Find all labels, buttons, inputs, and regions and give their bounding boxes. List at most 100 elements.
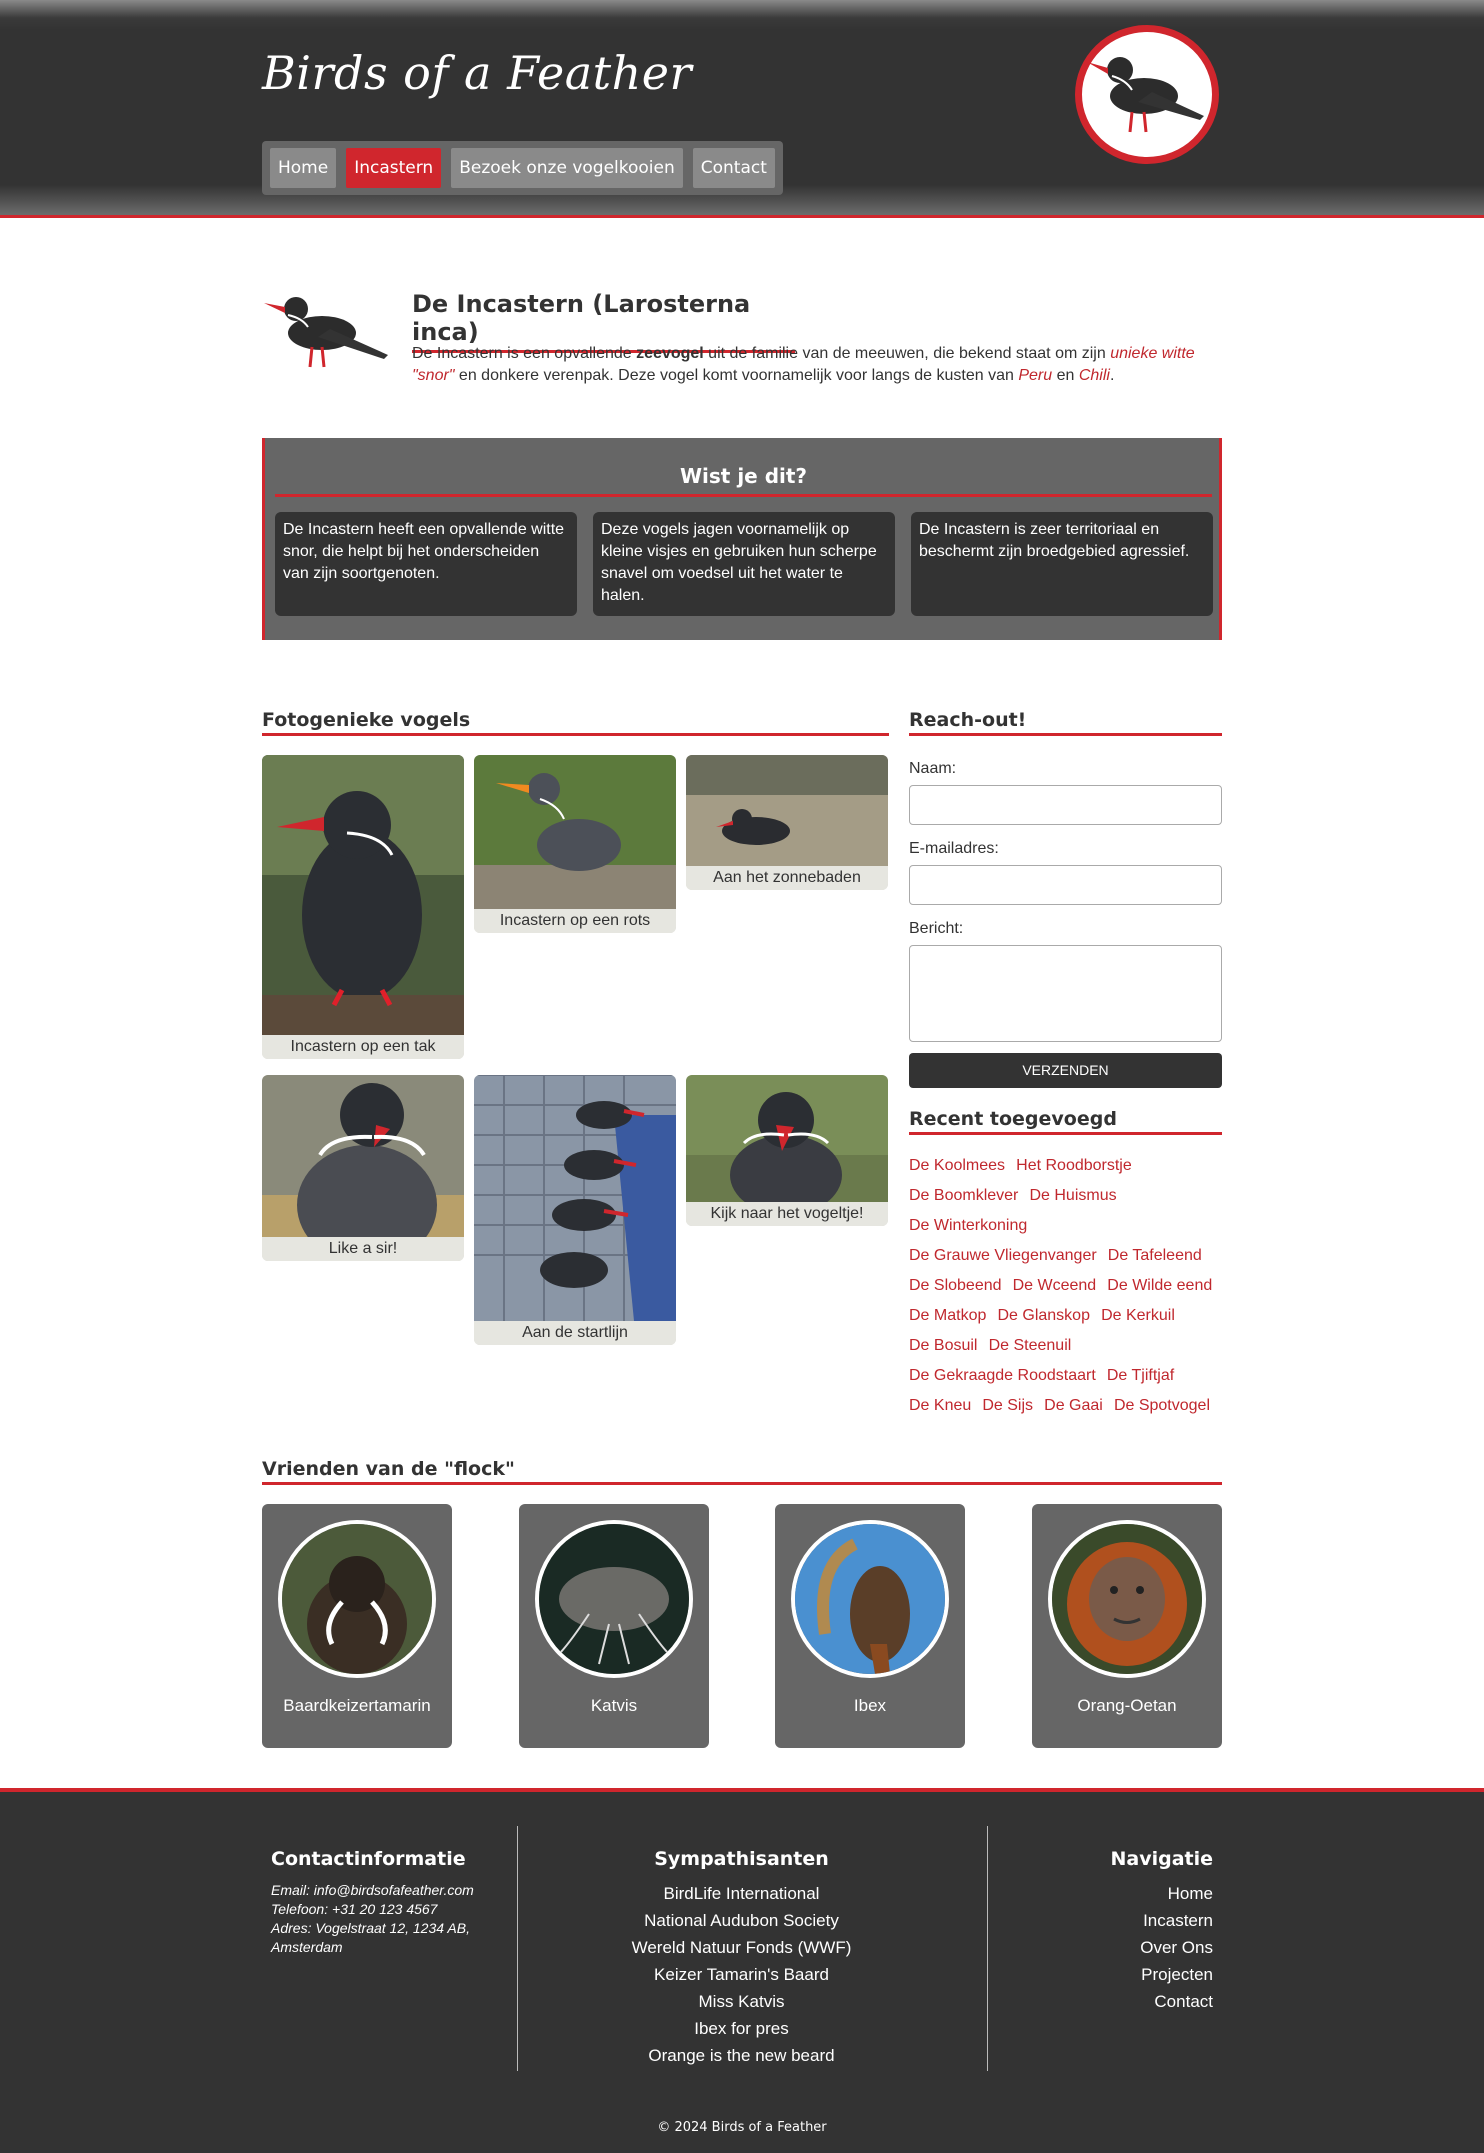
- friend-card[interactable]: Ibex: [775, 1504, 965, 1748]
- recent-row: De Boomklever De Huismus: [909, 1180, 1229, 1210]
- photo-caption: Aan het zonnebaden: [686, 866, 888, 890]
- recent-link[interactable]: De Koolmees: [909, 1157, 1005, 1174]
- copyright: © 2024 Birds of a Feather: [657, 2120, 827, 2135]
- footer-nav: Home Incastern Over Ons Projecten Contac…: [1000, 1880, 1213, 2015]
- footer-nav-incastern[interactable]: Incastern: [1000, 1907, 1213, 1934]
- contact-phone: Telefoon: +31 20 123 4567: [271, 1901, 438, 1917]
- facts-title: Wist je dit?: [275, 464, 1212, 497]
- sponsor-link[interactable]: BirdLife International: [518, 1880, 965, 1907]
- friend-name: Ibex: [853, 1696, 887, 1715]
- name-field[interactable]: [909, 785, 1222, 825]
- recent-link[interactable]: De Tjiftjaf: [1107, 1367, 1174, 1384]
- message-field[interactable]: [909, 945, 1222, 1042]
- recent-row: De Koolmees Het Roodborstje: [909, 1150, 1229, 1180]
- friend-card[interactable]: Baardkeizertamarin: [262, 1504, 452, 1748]
- friend-name: Katvis: [590, 1696, 638, 1715]
- sponsor-link[interactable]: Miss Katvis: [518, 1988, 965, 2015]
- contact-info-title: Contactinformatie: [271, 1848, 466, 1870]
- recent-row: De Gekraagde Roodstaart De Tjiftjaf: [909, 1360, 1229, 1390]
- name-label: Naam:: [909, 760, 957, 777]
- recent-link[interactable]: De Glanskop: [997, 1307, 1090, 1324]
- friend-photo: [1048, 1520, 1206, 1678]
- sponsor-link[interactable]: National Audubon Society: [518, 1907, 965, 1934]
- site-footer: Contactinformatie Email: info@birdsofafe…: [0, 1788, 1484, 2153]
- submit-button[interactable]: VERZENDEN: [909, 1053, 1222, 1088]
- recent-row: De Matkop De Glanskop De Kerkuil: [909, 1300, 1229, 1330]
- recent-link[interactable]: De Tafeleend: [1108, 1247, 1202, 1264]
- message-label: Bericht:: [909, 920, 964, 937]
- recent-link[interactable]: Het Roodborstje: [1016, 1157, 1132, 1174]
- did-you-know-panel: Wist je dit? De Incastern heeft een opva…: [262, 438, 1222, 640]
- recent-link[interactable]: De Matkop: [909, 1307, 986, 1324]
- photo-caption: Kijk naar het vogeltje!: [686, 1202, 888, 1226]
- photo-caption: Incastern op een tak: [262, 1035, 464, 1059]
- recent-link[interactable]: De Wilde eend: [1107, 1277, 1212, 1294]
- site-title[interactable]: Birds of a Feather: [262, 46, 692, 100]
- contact-address: Adres: Vogelstraat 12, 1234 AB, Amsterda…: [271, 1920, 470, 1955]
- recent-links: De Koolmees Het Roodborstje De Boomkleve…: [909, 1150, 1229, 1420]
- recent-link[interactable]: De Slobeend: [909, 1277, 1002, 1294]
- recent-row: De Grauwe Vliegenvanger De Tafeleend: [909, 1240, 1229, 1270]
- recent-link[interactable]: De Steenuil: [989, 1337, 1072, 1354]
- footer-nav-home[interactable]: Home: [1000, 1880, 1213, 1907]
- recent-link[interactable]: De Wceend: [1013, 1277, 1097, 1294]
- fact-card: De Incastern is zeer territoriaal en bes…: [911, 512, 1213, 616]
- recent-link[interactable]: De Gaai: [1044, 1397, 1103, 1414]
- form-title: Reach-out!: [909, 709, 1222, 736]
- sponsor-link[interactable]: Wereld Natuur Fonds (WWF): [518, 1934, 965, 1961]
- recent-link[interactable]: De Boomklever: [909, 1187, 1018, 1204]
- incastern-illustration: [262, 285, 392, 375]
- photo-caption: Like a sir!: [262, 1237, 464, 1261]
- sponsors-title: Sympathisanten: [654, 1848, 829, 1870]
- recent-link[interactable]: De Bosuil: [909, 1337, 977, 1354]
- gallery-photo[interactable]: Kijk naar het vogeltje!: [686, 1075, 888, 1226]
- nav-incastern[interactable]: Incastern: [346, 148, 442, 188]
- recent-link[interactable]: De Gekraagde Roodstaart: [909, 1367, 1096, 1384]
- sponsor-link[interactable]: Orange is the new beard: [518, 2042, 965, 2069]
- recent-row: De Slobeend De Wceend De Wilde eend: [909, 1270, 1229, 1300]
- recent-title: Recent toegevoegd: [909, 1108, 1222, 1135]
- recent-row: De Kneu De Sijs De Gaai De Spotvogel: [909, 1390, 1229, 1420]
- sponsor-link[interactable]: Keizer Tamarin's Baard: [518, 1961, 965, 1988]
- friends-title: Vrienden van de "flock": [262, 1458, 1222, 1485]
- photo-caption: Aan de startlijn: [474, 1321, 676, 1345]
- footer-nav-projecten[interactable]: Projecten: [1000, 1961, 1213, 1988]
- friend-card[interactable]: Katvis: [519, 1504, 709, 1748]
- recent-link[interactable]: De Kerkuil: [1101, 1307, 1175, 1324]
- contact-email[interactable]: Email: info@birdsofafeather.com: [271, 1881, 501, 1900]
- friend-photo: [791, 1520, 949, 1678]
- recent-row: De Bosuil De Steenuil: [909, 1330, 1229, 1360]
- friend-name: Baardkeizertamarin: [283, 1696, 431, 1715]
- friend-card[interactable]: Orang-Oetan: [1032, 1504, 1222, 1748]
- footer-nav-over-ons[interactable]: Over Ons: [1000, 1934, 1213, 1961]
- recent-row: De Winterkoning: [909, 1210, 1229, 1240]
- photo-caption: Incastern op een rots: [474, 909, 676, 933]
- recent-link[interactable]: De Winterkoning: [909, 1217, 1027, 1234]
- intro-paragraph: De Incastern is een opvallende zeevogel …: [412, 345, 1195, 384]
- gallery-photo[interactable]: Incastern op een rots: [474, 755, 676, 933]
- nav-vogelkooien[interactable]: Bezoek onze vogelkooien: [451, 148, 683, 188]
- recent-link[interactable]: De Huismus: [1029, 1187, 1116, 1204]
- friend-name: Orang-Oetan: [1077, 1696, 1177, 1715]
- sponsors-list: BirdLife International National Audubon …: [518, 1880, 965, 2069]
- nav-home[interactable]: Home: [270, 148, 337, 188]
- recent-link[interactable]: De Spotvogel: [1114, 1397, 1210, 1414]
- sponsor-link[interactable]: Ibex for pres: [518, 2015, 965, 2042]
- friend-photo: [535, 1520, 693, 1678]
- email-field[interactable]: [909, 865, 1222, 905]
- gallery-photo[interactable]: Aan het zonnebaden: [686, 755, 888, 890]
- fact-card: De Incastern heeft een opvallende witte …: [275, 512, 577, 616]
- bird-logo-icon[interactable]: [1075, 25, 1219, 164]
- gallery-photo[interactable]: Incastern op een tak: [262, 755, 464, 1059]
- footer-divider: [987, 1826, 988, 2071]
- email-label: E-mailadres:: [909, 840, 999, 857]
- recent-link[interactable]: De Sijs: [982, 1397, 1033, 1414]
- fact-card: Deze vogels jagen voornamelijk op kleine…: [593, 512, 895, 616]
- recent-link[interactable]: De Grauwe Vliegenvanger: [909, 1247, 1097, 1264]
- footer-nav-contact[interactable]: Contact: [1000, 1988, 1213, 2015]
- contact-info: Email: info@birdsofafeather.com Telefoon…: [271, 1881, 501, 1957]
- nav-contact[interactable]: Contact: [692, 148, 775, 188]
- recent-link[interactable]: De Kneu: [909, 1397, 971, 1414]
- gallery-photo[interactable]: Aan de startlijn: [474, 1075, 676, 1345]
- gallery-photo[interactable]: Like a sir!: [262, 1075, 464, 1261]
